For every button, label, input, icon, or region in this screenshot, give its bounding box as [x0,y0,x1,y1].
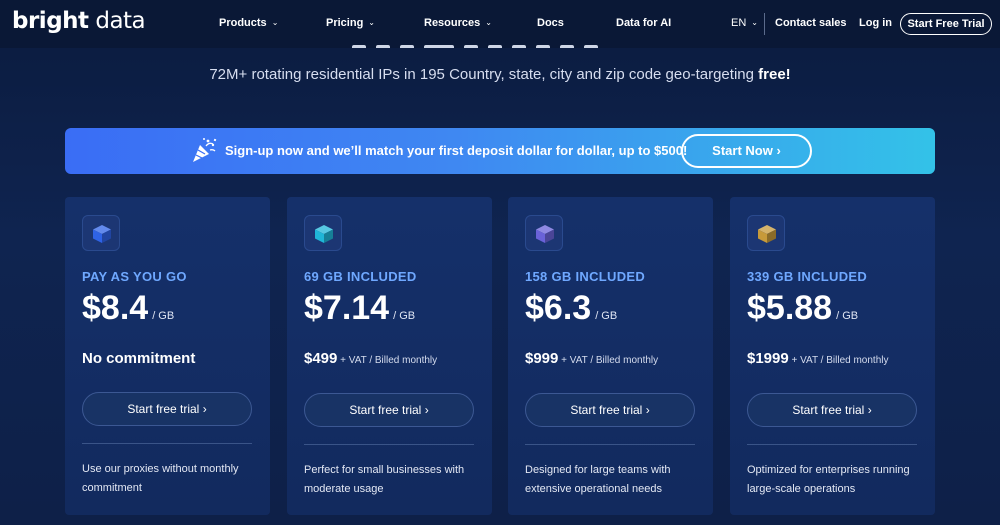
chevron-down-icon: ⌄ [485,18,492,27]
plan-billing: $999 + VAT / Billed monthly [525,350,658,367]
nav-item-label: Data for AI [616,17,672,29]
start-free-trial-card-button[interactable]: Start free trial › [304,393,474,427]
start-free-trial-card-button[interactable]: Start free trial › [747,393,917,427]
start-free-trial-button[interactable]: Start Free Trial [900,13,992,35]
pricing-card-69gb: 69 GB INCLUDED $7.14/ GB $499 + VAT / Bi… [287,197,492,515]
card-divider [747,444,917,445]
start-now-button[interactable]: Start Now › [681,134,812,168]
price-value: $5.88 [747,289,833,327]
login-link[interactable]: Log in [859,17,892,29]
nav-item-docs[interactable]: Docs [537,17,564,29]
promo-banner: Sign-up now and we’ll match your first d… [65,128,935,174]
plan-billing: $499 + VAT / Billed monthly [304,350,437,367]
language-label: EN [731,17,747,29]
nav-item-label: Docs [537,17,564,29]
cube-icon [536,225,554,243]
chevron-down-icon: ⌄ [751,18,758,27]
price-unit: / GB [152,310,175,322]
plan-price: $6.3/ GB [525,289,617,328]
cube-icon [93,225,111,243]
cube-icon [758,225,776,243]
billing-suffix: + VAT / Billed monthly [337,355,438,366]
trial-button-label: Start free trial [570,403,643,417]
promo-banner-text: Sign-up now and we’ll match your first d… [225,143,688,158]
nav-item-pricing[interactable]: Pricing ⌄ [326,17,375,29]
nav-item-resources[interactable]: Resources ⌄ [424,17,492,29]
cube-icon-box [525,215,563,251]
plan-price: $7.14/ GB [304,289,415,328]
cube-icon-box [304,215,342,251]
plan-description: Designed for large teams with extensive … [525,464,671,495]
price-value: $8.4 [82,289,149,327]
price-unit: / GB [393,310,416,322]
nav-divider [764,13,765,35]
plan-price: $8.4/ GB [82,289,174,328]
price-unit: / GB [836,310,859,322]
trial-button-label: Start free trial [127,402,200,416]
price-value: $7.14 [304,289,390,327]
plan-description: Use our proxies without monthly commitme… [82,463,239,494]
chevron-right-icon: › [776,143,781,158]
chevron-down-icon: ⌄ [368,18,375,27]
nav-item-data-for-ai[interactable]: Data for AI [616,17,671,29]
billing-suffix: + VAT / Billed monthly [788,355,889,366]
plan-name: 69 GB INCLUDED [304,269,417,284]
logo-bold-text: bright [12,8,89,34]
plan-name: 158 GB INCLUDED [525,269,646,284]
plan-billing: $1999 + VAT / Billed monthly [747,350,888,367]
chevron-right-icon: › [645,403,650,417]
nav-item-label: Resources [424,17,481,29]
price-unit: / GB [595,310,618,322]
nav-item-products[interactable]: Products ⌄ [219,17,278,29]
cube-icon [315,225,333,243]
chevron-right-icon: › [424,403,429,417]
trial-button-label: Start free trial [792,403,865,417]
plan-name: 339 GB INCLUDED [747,269,868,284]
language-selector[interactable]: EN ⌄ [731,17,758,29]
hero-subtitle-bold: free! [758,66,791,83]
hero-headline-clipped [352,38,672,48]
start-free-trial-card-button[interactable]: Start free trial › [525,393,695,427]
start-now-label: Start Now [712,143,773,158]
logo-light-text: data [88,8,146,34]
hero-subtitle-text: 72M+ rotating residential IPs in 195 Cou… [209,66,759,83]
pricing-card-pay-as-you-go: PAY AS YOU GO $8.4/ GB No commitment Sta… [65,197,270,515]
nav-item-label: Products [219,17,267,29]
card-divider [304,444,474,445]
plan-description: Perfect for small businesses with modera… [304,464,465,495]
trial-button-label: Start free trial [349,403,422,417]
chevron-down-icon: ⌄ [271,18,279,27]
plan-price: $5.88/ GB [747,289,858,328]
billing-suffix: + VAT / Billed monthly [558,355,659,366]
cube-icon-box [82,215,120,251]
card-divider [525,444,695,445]
party-popper-icon [190,136,218,164]
contact-sales-link[interactable]: Contact sales [775,17,847,29]
pricing-card-158gb: 158 GB INCLUDED $6.3/ GB $999 + VAT / Bi… [508,197,713,515]
cube-icon-box [747,215,785,251]
billing-main: No commitment [82,350,196,367]
chevron-right-icon: › [202,402,207,416]
plan-name: PAY AS YOU GO [82,269,187,284]
bright-data-logo[interactable]: bright data [12,8,146,38]
hero-subtitle: 72M+ rotating residential IPs in 195 Cou… [0,66,1000,83]
chevron-right-icon: › [867,403,872,417]
billing-main: $999 [525,350,559,367]
billing-main: $499 [304,350,338,367]
pricing-card-339gb: 339 GB INCLUDED $5.88/ GB $1999 + VAT / … [730,197,935,515]
billing-main: $1999 [747,350,789,367]
nav-item-label: Pricing [326,17,364,29]
price-value: $6.3 [525,289,592,327]
start-free-trial-card-button[interactable]: Start free trial › [82,392,252,426]
plan-description: Optimized for enterprises running large-… [747,464,910,495]
plan-billing: No commitment [82,350,195,367]
card-divider [82,443,252,444]
